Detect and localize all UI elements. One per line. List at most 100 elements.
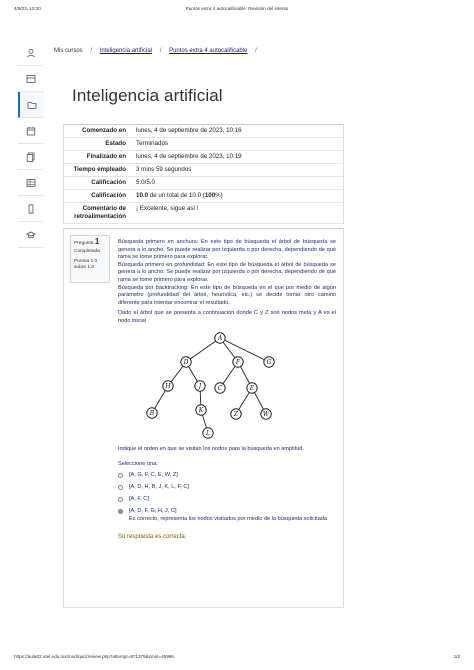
- answer-status: Su respuesta es correcta.: [118, 533, 187, 540]
- nav-mobile[interactable]: [18, 196, 44, 222]
- tree-node-label: C: [218, 385, 223, 392]
- print-header: 4/9/23, 10:20 Puntos extra 4 autocalific…: [14, 6, 460, 16]
- breadcrumb-mis-cursos[interactable]: Mis cursos: [54, 48, 83, 54]
- tree-node-label: L: [205, 430, 210, 437]
- answer-option-c[interactable]: [A, F, C]: [118, 496, 336, 503]
- print-page-number: 1/2: [453, 654, 460, 659]
- question-prompt: Indique el orden en que se visitan los n…: [118, 445, 304, 452]
- tree-node-a: A: [214, 331, 226, 344]
- summary-row-marks: Calificación 5.0/5.0: [64, 177, 343, 190]
- summary-row-finished: Finalizado en lunes, 4 de septiembre de …: [64, 151, 343, 164]
- print-url: https://aula02.utel.edu.mx/mod/quiz/revi…: [14, 654, 174, 659]
- breadcrumb: Mis cursos / Inteligencia artificial / P…: [54, 48, 263, 54]
- grid-icon: [26, 178, 36, 187]
- tree-edge-a-d: [185, 337, 221, 362]
- radio-button[interactable]: [118, 497, 123, 503]
- radio-button[interactable]: [118, 473, 123, 479]
- grade-mid: de un total de 10.0 (: [148, 192, 205, 199]
- summary-row-time: Tiempo empleado 3 mins 59 segundos: [64, 164, 343, 177]
- nav-dashboard[interactable]: [18, 66, 44, 92]
- breadcrumb-quiz-link[interactable]: Puntos extra 4 autocalificable: [169, 48, 247, 54]
- files-icon: [26, 152, 35, 162]
- summary-value: lunes, 4 de septiembre de 2023, 10:19: [136, 153, 242, 160]
- print-title: Puntos extra 4 autocalificable: Revisión…: [185, 6, 289, 11]
- tree-node-z: Z: [230, 407, 242, 420]
- tree-node-label: B: [149, 410, 155, 417]
- summary-value: lunes, 4 de septiembre de 2023, 10:16: [136, 127, 242, 134]
- folder-icon: [27, 101, 37, 109]
- summary-key: Finalizado en: [86, 153, 126, 160]
- answer-option-a[interactable]: [A, G, F, C, E, W, Z]: [118, 472, 336, 479]
- nav-calendar[interactable]: [18, 118, 44, 144]
- question-label: Pregunta: [74, 241, 94, 246]
- user-icon: [27, 48, 35, 57]
- tree-node-label: K: [198, 407, 204, 414]
- answer-option-d[interactable]: [A, D, F, G, H, J, C]: [118, 508, 336, 515]
- tree-node-label: F: [235, 359, 241, 366]
- summary-row-grade: Calificación 10.0 de un total de 10.0 (1…: [64, 190, 343, 203]
- question-card: Pregunta 1 Completada Puntúa 1.0 sobre 1…: [63, 228, 344, 608]
- radio-button-selected[interactable]: [118, 509, 123, 515]
- summary-value: 10.0 de un total de 10.0 (100%): [132, 192, 343, 200]
- summary-key: Comentario de retroalimentación: [74, 205, 126, 220]
- tree-node-label: H: [164, 383, 171, 390]
- question-state: Completada: [74, 249, 100, 254]
- tree-node-j: J: [194, 379, 206, 392]
- mobile-icon: [28, 203, 34, 214]
- answer-option-b[interactable]: [A, D, H, B, J, K, L, F, C]: [118, 484, 336, 491]
- graduation-hat-icon: [26, 231, 36, 238]
- nav-courses[interactable]: [18, 222, 44, 248]
- tree-node-e: E: [246, 381, 258, 394]
- search-tree-diagram: A D F G H J C E B K Z W L: [146, 331, 275, 439]
- tree-node-label: W: [263, 411, 270, 418]
- tree-node-label: Z: [233, 411, 239, 418]
- tree-node-label: D: [183, 359, 189, 366]
- nav-grid[interactable]: [18, 170, 44, 196]
- select-label: Seleccione una:: [118, 461, 158, 468]
- summary-key: Estado: [105, 140, 126, 147]
- tree-node-k: K: [195, 403, 207, 416]
- option-text: [A, D, H, B, J, K, L, F, C]: [129, 484, 189, 491]
- summary-row-state: Estado Terminados: [64, 138, 343, 151]
- tree-node-l: L: [202, 426, 214, 439]
- summary-value: Terminados: [136, 140, 168, 147]
- question-text: Búsqueda primero en anchura: En este tip…: [118, 239, 336, 326]
- tree-node-d: D: [180, 355, 192, 368]
- grade-end: %): [215, 192, 223, 199]
- summary-key: Calificación: [91, 179, 126, 186]
- breadcrumb-separator: /: [159, 48, 162, 54]
- radio-button[interactable]: [118, 485, 123, 491]
- breadcrumb-separator: /: [255, 48, 257, 54]
- calendar-icon: [26, 126, 36, 135]
- question-score: Puntúa 1.0 sobre 1.0: [74, 259, 98, 270]
- breadcrumb-course-link[interactable]: Inteligencia artificial: [100, 48, 152, 54]
- tree-node-label: E: [249, 385, 255, 392]
- left-nav-rail: [18, 40, 44, 248]
- question-number: 1: [94, 237, 100, 246]
- nav-files[interactable]: [18, 144, 44, 170]
- tree-node-g: G: [263, 355, 275, 368]
- option-text: [A, F, C]: [129, 496, 149, 503]
- question-paragraph: Búsqueda primero en anchura: En este tip…: [118, 239, 336, 261]
- tree-node-f: F: [232, 355, 244, 368]
- summary-value: 3 mins 59 segundos: [136, 166, 192, 173]
- grade-percent: 100: [204, 192, 216, 199]
- tree-node-h: H: [162, 379, 174, 392]
- nav-folder[interactable]: [18, 92, 44, 118]
- option-text: [A, G, F, C, E, W, Z]: [129, 472, 178, 479]
- tree-node-w: W: [260, 407, 272, 420]
- option-feedback: Es correcto, representa los nodos visita…: [129, 516, 328, 523]
- tree-node-c: C: [214, 381, 226, 394]
- grade-value: 10.0: [136, 192, 149, 199]
- summary-value: ¡ Excelente, sigue así !: [136, 205, 199, 212]
- summary-key: Calificación: [91, 192, 126, 199]
- print-footer: https://aula02.utel.edu.mx/mod/quiz/revi…: [14, 654, 460, 664]
- tree-edge-a-g: [219, 337, 270, 362]
- summary-key: Comenzado en: [81, 127, 126, 134]
- question-paragraph: Búsqueda primero en profundidad: En este…: [118, 261, 336, 283]
- question-content: Búsqueda primero en anchura: En este tip…: [118, 239, 336, 540]
- tree-node-b: B: [146, 406, 158, 419]
- summary-row-feedback: Comentario de retroalimentación ¡ Excele…: [64, 203, 343, 224]
- breadcrumb-separator: /: [90, 48, 93, 54]
- nav-profile[interactable]: [18, 40, 44, 66]
